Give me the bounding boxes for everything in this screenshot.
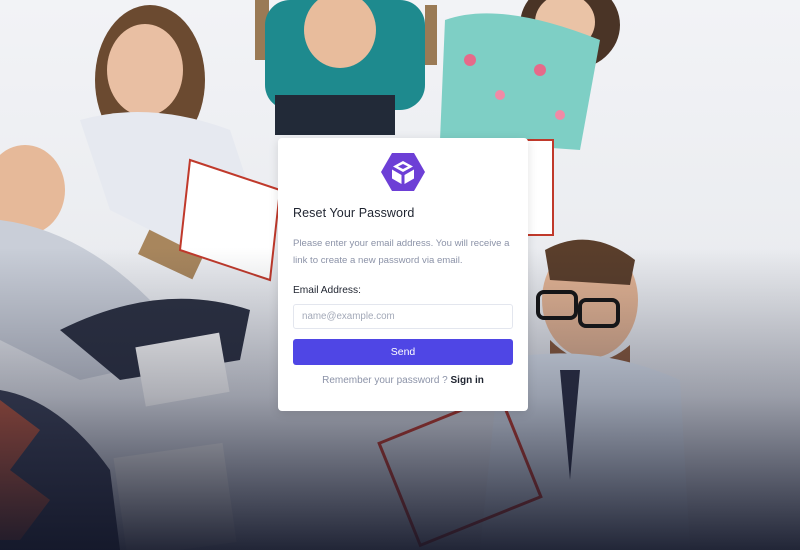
remember-password-text: Remember your password ? — [322, 375, 448, 386]
sign-in-link[interactable]: Sign in — [451, 375, 484, 386]
hexagon-cube-logo-icon — [381, 153, 425, 191]
send-button[interactable]: Send — [293, 339, 513, 365]
page-title: Reset Your Password — [293, 206, 415, 220]
reset-password-card: Reset Your Password Please enter your em… — [278, 138, 528, 411]
signin-prompt: Remember your password ? Sign in — [293, 375, 513, 386]
instructions-text: Please enter your email address. You wil… — [293, 238, 510, 266]
email-label: Email Address: — [293, 285, 361, 296]
email-field[interactable] — [293, 304, 513, 329]
